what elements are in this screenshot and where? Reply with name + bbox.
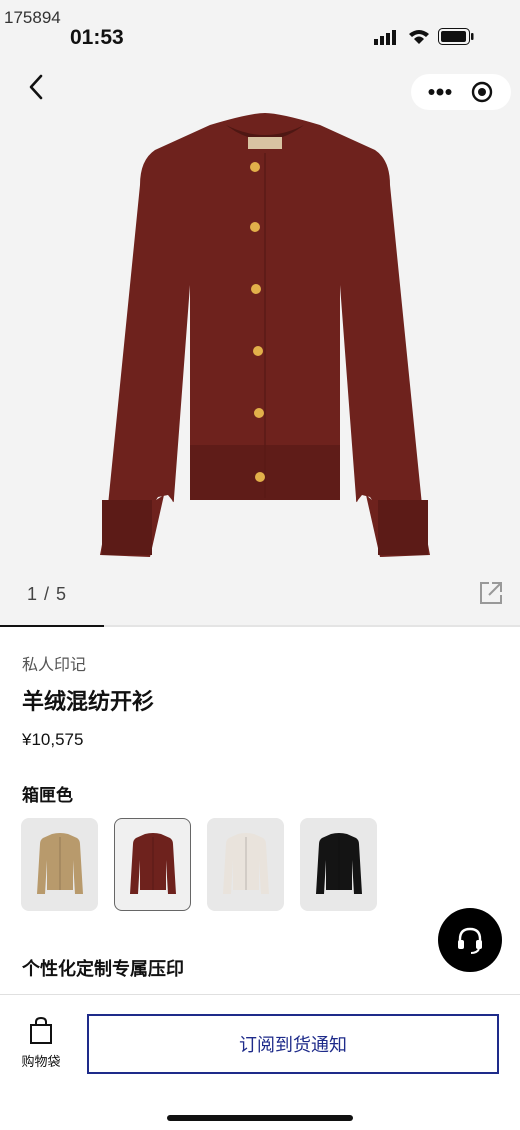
share-button[interactable] xyxy=(478,580,504,606)
gallery-progress-fill xyxy=(0,625,104,627)
color-name: 箱匣色 xyxy=(22,786,73,806)
swatch-cardigan-image xyxy=(222,832,269,894)
watermark-text: 175894 xyxy=(4,8,61,27)
more-button[interactable] xyxy=(422,78,458,106)
product-title: 羊绒混纺开衫 xyxy=(22,690,155,715)
image-counter: 1 / 5 xyxy=(27,584,68,604)
product-collection: 私人印记 xyxy=(22,655,87,674)
wifi-icon xyxy=(409,29,429,44)
color-swatch-1[interactable] xyxy=(21,818,98,911)
product-gallery[interactable]: 175894 01:53 1 / 5 xyxy=(0,0,520,627)
shopping-bag-label: 购物袋 xyxy=(21,1055,61,1070)
battery-icon xyxy=(438,28,474,45)
personalization-heading[interactable]: 个性化定制专属压印 xyxy=(22,955,184,981)
shopping-bag-icon xyxy=(30,1017,52,1044)
status-icons xyxy=(374,28,474,45)
status-time: 01:53 xyxy=(70,26,124,49)
color-swatch-3[interactable] xyxy=(207,818,284,911)
color-swatches xyxy=(21,818,377,911)
color-swatch-2[interactable] xyxy=(114,818,191,911)
color-swatch-4[interactable] xyxy=(300,818,377,911)
customer-service-button[interactable] xyxy=(438,908,502,972)
bottom-action-bar: 购物袋 订阅到货通知 xyxy=(0,994,520,1130)
chevron-left-icon xyxy=(29,74,43,100)
product-image-cardigan xyxy=(100,113,430,557)
target-circle-icon xyxy=(471,81,493,103)
back-button[interactable] xyxy=(22,72,50,102)
swatch-cardigan-image xyxy=(315,832,362,894)
more-dots-icon xyxy=(428,88,452,96)
swatch-cardigan-image xyxy=(129,832,176,894)
product-price: ¥10,575 xyxy=(22,730,84,749)
close-mini-program-button[interactable] xyxy=(464,78,500,106)
swatch-cardigan-image xyxy=(36,832,83,894)
external-share-icon xyxy=(480,582,502,604)
signal-icon xyxy=(374,29,396,45)
shopping-bag-button[interactable]: 购物袋 xyxy=(18,1017,64,1073)
headset-icon xyxy=(458,927,482,954)
gallery-progress-track xyxy=(0,625,520,627)
notify-restock-button[interactable]: 订阅到货通知 xyxy=(87,1014,499,1074)
home-indicator xyxy=(167,1115,353,1121)
